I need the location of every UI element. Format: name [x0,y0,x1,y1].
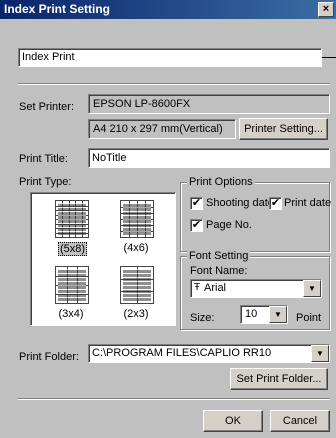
chevron-down-icon[interactable]: ▼ [311,345,329,362]
print-date-label: Print date [284,197,332,209]
separator-bottom [18,398,330,400]
print-folder-label: Print Folder: [19,351,79,363]
chevron-down-icon[interactable]: ▼ [303,280,321,297]
print-title-label: Print Title: [19,153,68,165]
font-name-select[interactable]: Ŧ Arial ▼ [190,279,322,298]
chevron-down-icon[interactable]: ▼ [269,306,287,323]
print-type-option[interactable] [55,266,89,304]
print-type-label-4: (2x3) [123,308,149,320]
font-name-label: Font Name: [190,265,248,277]
font-size-value: 10 [245,308,258,320]
print-type-label: Print Type: [19,176,72,188]
print-type-label-2: (4x6) [123,242,149,254]
print-title-value: NoTitle [92,152,127,164]
shooting-date-checkbox[interactable]: ✔ [190,197,203,210]
print-type-label-1: (5x8) [58,242,88,256]
font-size-select[interactable]: 10 ▼ [240,305,288,324]
set-printer-label: Set Printer: [19,101,75,113]
print-options-title: Print Options [187,176,255,188]
paper-size-field: A4 210 x 297 mm(Vertical) [88,119,236,139]
ok-button[interactable]: OK [203,410,263,432]
shooting-date-label: Shooting date [206,197,274,209]
print-type-option[interactable] [120,200,154,238]
index-print-field[interactable]: Index Print [18,48,322,67]
print-options-group: Print Options [180,176,330,252]
check-icon: ✔ [270,197,281,209]
title-bar: Index Print Setting × [0,0,336,19]
font-setting-title: Font Setting [187,250,251,262]
check-icon: ✔ [191,219,202,231]
close-button[interactable]: × [318,2,334,17]
grid-fill [58,269,86,301]
print-folder-select[interactable]: C:\PROGRAM FILES\CAPLIO RR10 ▼ [88,344,330,363]
separator-top [18,83,330,85]
font-type-icon: Ŧ [194,282,201,293]
print-title-input[interactable]: NoTitle [88,148,330,168]
print-type-option[interactable] [120,266,154,304]
cancel-button[interactable]: Cancel [270,410,330,432]
check-icon: ✔ [191,197,202,209]
index-print-text: Index Print [22,51,75,63]
grid-fill [123,203,151,235]
page-no-label: Page No. [206,219,252,231]
printer-name-text: EPSON LP-8600FX [93,98,191,110]
paper-size-text: A4 210 x 297 mm(Vertical) [93,123,223,135]
field-edge-line [322,57,336,58]
print-type-label-3: (3x4) [58,308,84,320]
window-title: Index Print Setting [4,2,111,16]
print-folder-value: C:\PROGRAM FILES\CAPLIO RR10 [92,347,272,359]
grid-fill [123,269,151,301]
page-no-checkbox[interactable]: ✔ [190,219,203,232]
grid-fill [58,203,86,235]
font-name-value: Arial [204,282,227,294]
print-date-checkbox[interactable]: ✔ [269,197,282,210]
print-type-panel [30,192,176,326]
font-size-label: Size: [190,312,215,324]
printer-setting-button[interactable]: Printer Setting... [239,118,328,140]
set-print-folder-button[interactable]: Set Print Folder... [230,368,328,390]
print-type-option[interactable] [55,200,89,238]
font-size-unit: Point [296,312,322,324]
printer-name-field: EPSON LP-8600FX [88,94,330,114]
